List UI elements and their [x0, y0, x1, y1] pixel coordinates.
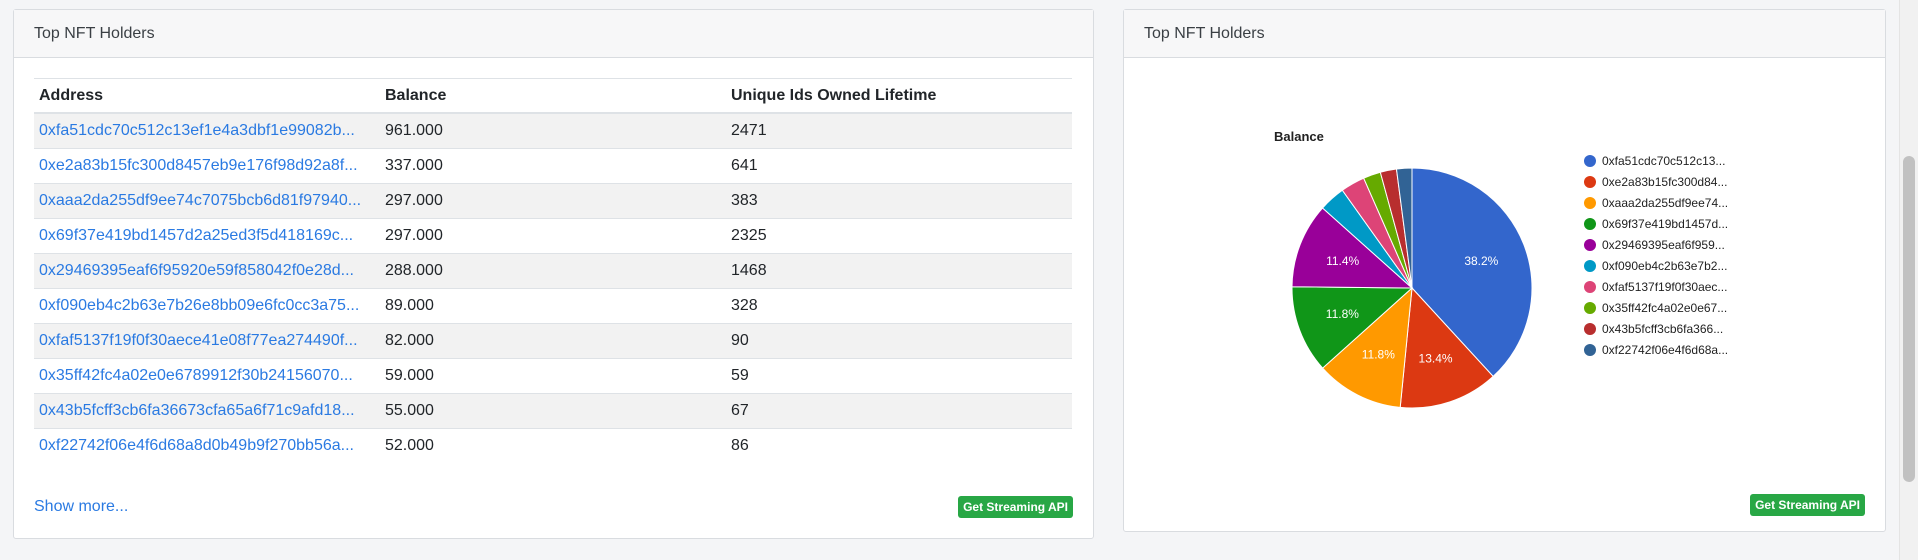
table-row: 0x29469395eaf6f95920e59f858042f0e28d... 2…	[34, 253, 1072, 289]
holder-unique-ids: 67	[726, 393, 1072, 429]
legend-swatch	[1584, 155, 1596, 167]
legend-label: 0xfa51cdc70c512c13...	[1602, 154, 1725, 168]
table-row: 0xaaa2da255df9ee74c7075bcb6d81f97940... 2…	[34, 183, 1072, 219]
table-row: 0xf22742f06e4f6d68a8d0b49b9f270bb56a... 5…	[34, 428, 1072, 463]
legend-label: 0xaaa2da255df9ee74...	[1602, 196, 1728, 210]
holder-unique-ids: 328	[726, 288, 1072, 324]
legend-swatch	[1584, 302, 1596, 314]
pie-slice-label: 13.4%	[1419, 352, 1453, 366]
table-row: 0xfaf5137f19f0f30aece41e08f77ea274490f..…	[34, 323, 1072, 359]
pie-slices	[1291, 167, 1533, 409]
legend-item[interactable]: 0xf090eb4c2b63e7b2...	[1584, 259, 1727, 273]
holder-balance: 89.000	[380, 288, 726, 324]
legend-item[interactable]: 0x43b5fcff3cb6fa366...	[1584, 322, 1723, 336]
legend-label: 0x35ff42fc4a02e0e67...	[1602, 301, 1727, 315]
balance-pie-chart: Balance 38.2% 13.4% 11.8% 11.8% 11.4% 0xfa51…	[1274, 129, 1728, 409]
holder-address-link[interactable]: 0xf090eb4c2b63e7b26e8bb09e6fc0cc3a75...	[39, 297, 359, 314]
holder-balance: 297.000	[380, 183, 726, 219]
card-title: Top NFT Holders	[34, 24, 155, 42]
legend-label: 0x43b5fcff3cb6fa366...	[1602, 322, 1723, 336]
holder-balance: 55.000	[380, 393, 726, 429]
legend-swatch	[1584, 176, 1596, 188]
legend-label: 0xf090eb4c2b63e7b2...	[1602, 259, 1727, 273]
show-more-link[interactable]: Show more...	[34, 498, 128, 516]
legend-item[interactable]: 0x29469395eaf6f959...	[1584, 238, 1725, 252]
table-row: 0xfa51cdc70c512c13ef1e4a3dbf1e99082b... 9…	[34, 112, 1072, 149]
holder-balance: 337.000	[380, 148, 726, 184]
legend-label: 0xfaf5137f19f0f30aec...	[1602, 280, 1727, 294]
pie-slice-label: 11.4%	[1326, 254, 1359, 268]
legend-item[interactable]: 0xfaf5137f19f0f30aec...	[1584, 280, 1727, 294]
holder-unique-ids: 2471	[726, 112, 1072, 149]
holder-address-link[interactable]: 0xe2a83b15fc300d8457eb9e176f98d92a8f...	[39, 157, 358, 174]
legend-item[interactable]: 0xfa51cdc70c512c13...	[1584, 154, 1725, 168]
holder-unique-ids: 2325	[726, 218, 1072, 254]
column-header-address[interactable]: Address	[34, 78, 380, 114]
holders-table-card: Top NFT Holders Address Balance Unique I…	[13, 9, 1094, 539]
pie-slice-label: 11.8%	[1326, 307, 1359, 321]
table-row: 0x35ff42fc4a02e0e6789912f30b24156070... 5…	[34, 358, 1072, 394]
holder-unique-ids: 86	[726, 428, 1072, 463]
holder-address-link[interactable]: 0xfaf5137f19f0f30aece41e08f77ea274490f..…	[39, 332, 358, 349]
holder-balance: 59.000	[380, 358, 726, 394]
holder-balance: 288.000	[380, 253, 726, 289]
legend-item[interactable]: 0x35ff42fc4a02e0e67...	[1584, 301, 1727, 315]
holder-address-link[interactable]: 0x35ff42fc4a02e0e6789912f30b24156070...	[39, 367, 353, 384]
table-header-row: Address Balance Unique Ids Owned Lifetim…	[34, 78, 1072, 114]
holder-address-link[interactable]: 0x29469395eaf6f95920e59f858042f0e28d...	[39, 262, 354, 279]
legend-swatch	[1584, 281, 1596, 293]
legend-item[interactable]: 0xf22742f06e4f6d68a...	[1584, 343, 1728, 357]
legend-item[interactable]: 0x69f37e419bd1457d...	[1584, 217, 1728, 231]
holder-unique-ids: 90	[726, 323, 1072, 359]
holder-balance: 297.000	[380, 218, 726, 254]
legend-label: 0x69f37e419bd1457d...	[1602, 217, 1728, 231]
holder-address-link[interactable]: 0xaaa2da255df9ee74c7075bcb6d81f97940...	[39, 192, 361, 209]
legend-label: 0xe2a83b15fc300d84...	[1602, 175, 1727, 189]
legend-label: 0x29469395eaf6f959...	[1602, 238, 1725, 252]
card-header: Top NFT Holders	[14, 10, 1093, 58]
holder-address-link[interactable]: 0xfa51cdc70c512c13ef1e4a3dbf1e99082b...	[39, 122, 355, 139]
chart-legend: 0xfa51cdc70c512c13... 0xe2a83b15fc300d84.…	[1584, 154, 1728, 357]
holders-table: Address Balance Unique Ids Owned Lifetim…	[34, 78, 1072, 463]
table-row: 0x69f37e419bd1457d2a25ed3f5d418169c... 29…	[34, 218, 1072, 254]
holder-address-link[interactable]: 0x69f37e419bd1457d2a25ed3f5d418169c...	[39, 227, 353, 244]
legend-swatch	[1584, 323, 1596, 335]
get-streaming-api-button[interactable]: Get Streaming API	[958, 496, 1073, 518]
legend-swatch	[1584, 197, 1596, 209]
card-header: Top NFT Holders	[1124, 10, 1885, 58]
legend-item[interactable]: 0xe2a83b15fc300d84...	[1584, 175, 1727, 189]
holder-balance: 52.000	[380, 428, 726, 463]
pie-slice-label: 11.8%	[1362, 347, 1395, 361]
holder-address-link[interactable]: 0x43b5fcff3cb6fa36673cfa65a6f71c9afd18..…	[39, 402, 355, 419]
holder-unique-ids: 383	[726, 183, 1072, 219]
holder-unique-ids: 641	[726, 148, 1072, 184]
holder-address-link[interactable]: 0xf22742f06e4f6d68a8d0b49b9f270bb56a...	[39, 437, 354, 454]
legend-swatch	[1584, 218, 1596, 230]
holder-balance: 82.000	[380, 323, 726, 359]
legend-swatch	[1584, 239, 1596, 251]
legend-swatch	[1584, 344, 1596, 356]
table-row: 0x43b5fcff3cb6fa36673cfa65a6f71c9afd18..…	[34, 393, 1072, 429]
legend-label: 0xf22742f06e4f6d68a...	[1602, 343, 1728, 357]
pie-slice-label: 38.2%	[1464, 254, 1498, 268]
column-header-unique-ids[interactable]: Unique Ids Owned Lifetime	[726, 78, 1072, 114]
column-header-balance[interactable]: Balance	[380, 78, 726, 114]
table-row: 0xe2a83b15fc300d8457eb9e176f98d92a8f... 3…	[34, 148, 1072, 184]
chart-title: Balance	[1274, 129, 1324, 144]
scrollbar-thumb[interactable]	[1903, 156, 1915, 482]
card-title: Top NFT Holders	[1144, 24, 1265, 42]
get-streaming-api-button[interactable]: Get Streaming API	[1750, 494, 1865, 516]
page-scrollbar[interactable]	[1899, 0, 1918, 560]
legend-swatch	[1584, 260, 1596, 272]
table-row: 0xf090eb4c2b63e7b26e8bb09e6fc0cc3a75... 8…	[34, 288, 1072, 324]
holder-unique-ids: 59	[726, 358, 1072, 394]
holders-chart-card: Top NFT Holders Balance 38.2% 13.4% 11.8% 1…	[1123, 9, 1886, 532]
legend-item[interactable]: 0xaaa2da255df9ee74...	[1584, 196, 1728, 210]
holder-unique-ids: 1468	[726, 253, 1072, 289]
holder-balance: 961.000	[380, 112, 726, 149]
